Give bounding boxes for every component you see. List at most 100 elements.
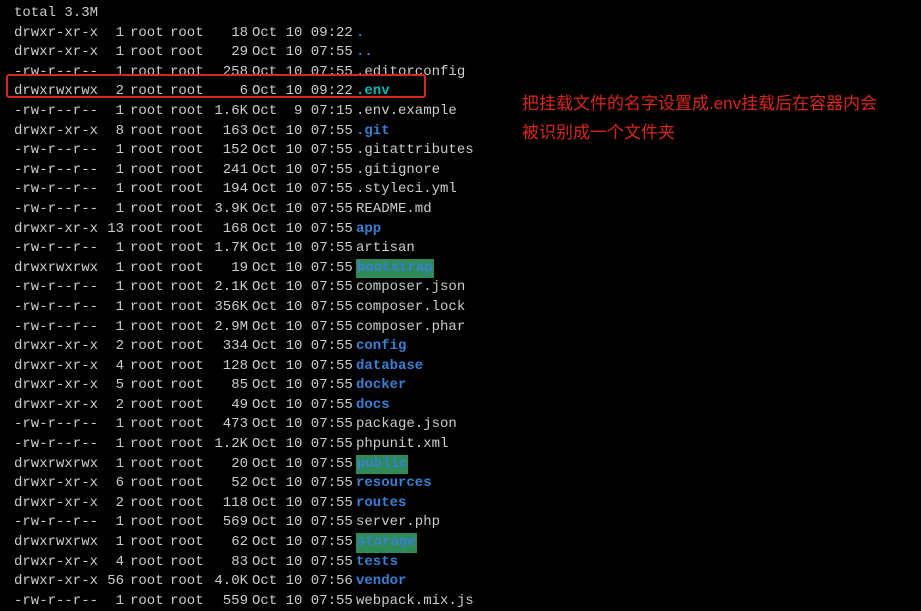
link-count: 1 <box>104 161 130 181</box>
file-name: resources <box>356 474 432 494</box>
date: Oct 10 07:55 <box>252 533 356 553</box>
file-row: drwxr-xr-x4rootroot128Oct 10 07:55databa… <box>14 357 921 377</box>
file-row: -rw-r--r--1rootroot2.1KOct 10 07:55compo… <box>14 278 921 298</box>
file-row: drwxr-xr-x1rootroot18Oct 10 09:22. <box>14 24 921 44</box>
size: 1.2K <box>210 435 252 455</box>
permissions: drwxr-xr-x <box>14 376 104 396</box>
file-name: .gitattributes <box>356 141 474 161</box>
permissions: drwxrwxrwx <box>14 533 104 553</box>
owner: root <box>130 455 170 475</box>
permissions: drwxr-xr-x <box>14 220 104 240</box>
link-count: 2 <box>104 396 130 416</box>
owner: root <box>130 572 170 592</box>
size: 152 <box>210 141 252 161</box>
group: root <box>170 43 210 63</box>
owner: root <box>130 259 170 279</box>
link-count: 1 <box>104 513 130 533</box>
size: 85 <box>210 376 252 396</box>
file-row: drwxrwxrwx1rootroot20Oct 10 07:55public <box>14 455 921 475</box>
date: Oct 10 07:55 <box>252 376 356 396</box>
group: root <box>170 259 210 279</box>
group: root <box>170 513 210 533</box>
date: Oct 10 07:56 <box>252 572 356 592</box>
link-count: 1 <box>104 102 130 122</box>
file-name: app <box>356 220 381 240</box>
link-count: 2 <box>104 337 130 357</box>
file-name: docker <box>356 376 406 396</box>
size: 2.9M <box>210 318 252 338</box>
link-count: 56 <box>104 572 130 592</box>
link-count: 1 <box>104 278 130 298</box>
link-count: 1 <box>104 455 130 475</box>
link-count: 13 <box>104 220 130 240</box>
file-row: drwxr-xr-x5rootroot85Oct 10 07:55docker <box>14 376 921 396</box>
file-row: drwxr-xr-x4rootroot83Oct 10 07:55tests <box>14 553 921 573</box>
owner: root <box>130 396 170 416</box>
group: root <box>170 396 210 416</box>
permissions: -rw-r--r-- <box>14 278 104 298</box>
date: Oct 10 07:55 <box>252 396 356 416</box>
file-name: .styleci.yml <box>356 180 457 200</box>
owner: root <box>130 239 170 259</box>
permissions: drwxr-xr-x <box>14 396 104 416</box>
permissions: drwxr-xr-x <box>14 474 104 494</box>
group: root <box>170 278 210 298</box>
group: root <box>170 102 210 122</box>
file-row: -rw-r--r--1rootroot2.9MOct 10 07:55compo… <box>14 318 921 338</box>
date: Oct 10 07:55 <box>252 435 356 455</box>
file-name: composer.phar <box>356 318 465 338</box>
group: root <box>170 435 210 455</box>
size: 168 <box>210 220 252 240</box>
file-name: public <box>356 455 408 475</box>
file-name: README.md <box>356 200 432 220</box>
date: Oct 10 07:55 <box>252 455 356 475</box>
file-name: tests <box>356 553 398 573</box>
owner: root <box>130 63 170 83</box>
group: root <box>170 337 210 357</box>
link-count: 1 <box>104 200 130 220</box>
permissions: drwxr-xr-x <box>14 494 104 514</box>
owner: root <box>130 357 170 377</box>
size: 49 <box>210 396 252 416</box>
date: Oct 10 07:55 <box>252 43 356 63</box>
owner: root <box>130 337 170 357</box>
group: root <box>170 357 210 377</box>
group: root <box>170 82 210 102</box>
permissions: drwxrwxrwx <box>14 82 104 102</box>
file-name: config <box>356 337 406 357</box>
date: Oct 10 07:55 <box>252 63 356 83</box>
file-name: storage <box>356 533 417 553</box>
permissions: -rw-r--r-- <box>14 200 104 220</box>
group: root <box>170 494 210 514</box>
date: Oct 10 07:55 <box>252 415 356 435</box>
link-count: 4 <box>104 357 130 377</box>
date: Oct 10 07:55 <box>252 180 356 200</box>
link-count: 1 <box>104 180 130 200</box>
permissions: drwxr-xr-x <box>14 337 104 357</box>
file-row: -rw-r--r--1rootroot258Oct 10 07:55.edito… <box>14 63 921 83</box>
group: root <box>170 298 210 318</box>
date: Oct 9 07:15 <box>252 102 356 122</box>
permissions: -rw-r--r-- <box>14 592 104 611</box>
file-row: -rw-r--r--1rootroot569Oct 10 07:55server… <box>14 513 921 533</box>
size: 1.7K <box>210 239 252 259</box>
link-count: 1 <box>104 298 130 318</box>
size: 1.6K <box>210 102 252 122</box>
link-count: 4 <box>104 553 130 573</box>
owner: root <box>130 592 170 611</box>
group: root <box>170 122 210 142</box>
date: Oct 10 09:22 <box>252 24 356 44</box>
file-row: drwxr-xr-x1rootroot29Oct 10 07:55.. <box>14 43 921 63</box>
file-name: routes <box>356 494 406 514</box>
permissions: -rw-r--r-- <box>14 102 104 122</box>
file-name: .editorconfig <box>356 63 465 83</box>
owner: root <box>130 298 170 318</box>
file-name: server.php <box>356 513 440 533</box>
file-row: -rw-r--r--1rootroot356KOct 10 07:55compo… <box>14 298 921 318</box>
date: Oct 10 07:55 <box>252 494 356 514</box>
owner: root <box>130 161 170 181</box>
group: root <box>170 63 210 83</box>
group: root <box>170 415 210 435</box>
total-line: total 3.3M <box>14 4 921 24</box>
file-row: -rw-r--r--1rootroot1.2KOct 10 07:55phpun… <box>14 435 921 455</box>
